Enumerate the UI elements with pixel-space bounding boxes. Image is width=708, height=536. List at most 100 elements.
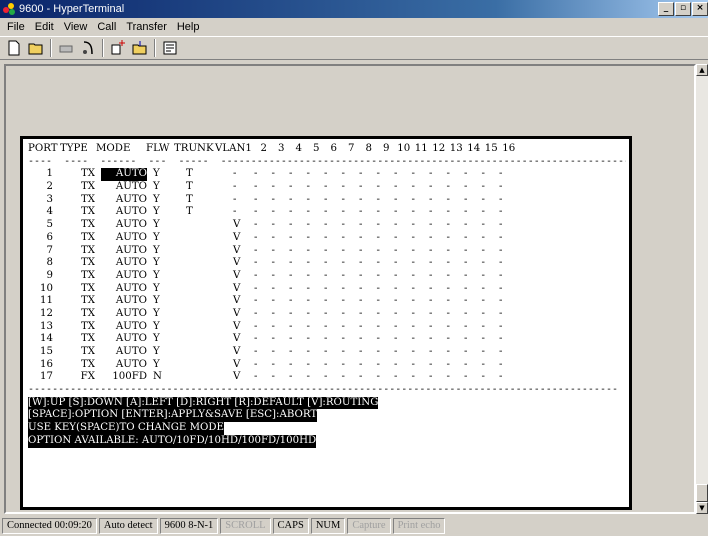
vlan-member[interactable]: - — [335, 257, 353, 270]
vlan-member[interactable]: - — [457, 321, 475, 334]
vlan-member[interactable]: - — [282, 321, 300, 334]
port-mode[interactable]: AUTO — [95, 206, 147, 219]
vlan-member[interactable]: - — [440, 283, 458, 296]
vlan-member[interactable]: - — [300, 270, 318, 283]
vlan-member[interactable]: - — [492, 308, 510, 321]
vlan-member[interactable]: - — [475, 245, 493, 258]
scroll-thumb[interactable] — [696, 484, 708, 502]
dial-button[interactable] — [77, 38, 99, 58]
vlan-member[interactable]: - — [440, 168, 458, 181]
vlan-member[interactable]: - — [492, 295, 510, 308]
vlan-member[interactable]: - — [387, 181, 405, 194]
vlan-member[interactable]: - — [282, 219, 300, 232]
vlan-member[interactable]: - — [440, 270, 458, 283]
port-mode[interactable]: AUTO — [95, 245, 147, 258]
port-flow-control[interactable]: Y — [147, 206, 177, 219]
port-flow-control[interactable]: Y — [147, 346, 177, 359]
vlan-member[interactable]: - — [352, 283, 370, 296]
vlan-member[interactable]: - — [405, 308, 423, 321]
vlan-member[interactable]: - — [247, 321, 265, 334]
table-row[interactable]: 12 TX AUTO Y V - - - - - - - - - - - - - - - — [28, 308, 626, 321]
vlan-member[interactable]: - — [492, 333, 510, 346]
table-row[interactable]: 14 TX AUTO Y V - - - - - - - - - - - - - - - — [28, 333, 626, 346]
vlan-member[interactable]: - — [492, 283, 510, 296]
scroll-down-arrow-icon[interactable]: ▼ — [696, 502, 708, 514]
port-mode[interactable]: AUTO — [95, 295, 147, 308]
port-mode[interactable]: AUTO — [95, 346, 147, 359]
port-mode[interactable]: AUTO — [95, 359, 147, 372]
vlan-member[interactable]: - — [475, 181, 493, 194]
vlan-member[interactable]: - — [300, 346, 318, 359]
vlan-member[interactable]: - — [440, 346, 458, 359]
menu-view[interactable]: View — [59, 21, 93, 33]
table-row[interactable]: 8 TX AUTO Y V - - - - - - - - - - - - - - - — [28, 257, 626, 270]
vlan-member[interactable]: - — [370, 371, 388, 384]
vlan-member[interactable]: - — [335, 194, 353, 207]
table-row[interactable]: 2 TX AUTO Y T - - - - - - - - - - - - - - - - — [28, 181, 626, 194]
vlan-member[interactable]: - — [457, 346, 475, 359]
vlan-member[interactable]: - — [370, 219, 388, 232]
vlan-member[interactable]: - — [352, 333, 370, 346]
menu-help[interactable]: Help — [172, 21, 205, 33]
port-flow-control[interactable]: Y — [147, 194, 177, 207]
menu-file[interactable]: File — [2, 21, 30, 33]
vlan-member[interactable]: - — [492, 168, 510, 181]
port-mode[interactable]: AUTO — [95, 181, 147, 194]
vlan-member[interactable]: - — [247, 194, 265, 207]
vlan-member[interactable]: - — [422, 270, 440, 283]
vlan-member[interactable]: - — [282, 181, 300, 194]
vlan-member[interactable]: - — [475, 333, 493, 346]
vertical-scrollbar[interactable]: ▲ ▼ — [696, 64, 708, 514]
port-trunk[interactable] — [177, 346, 215, 359]
vlan-member[interactable]: - — [475, 168, 493, 181]
vlan-member[interactable]: - — [265, 181, 283, 194]
table-row[interactable]: 7 TX AUTO Y V - - - - - - - - - - - - - - - — [28, 245, 626, 258]
vlan-member[interactable]: - — [247, 308, 265, 321]
vlan-member[interactable]: - — [335, 308, 353, 321]
vlan-member[interactable]: - — [492, 219, 510, 232]
vlan-member[interactable]: - — [300, 257, 318, 270]
vlan-member[interactable]: - — [265, 232, 283, 245]
vlan-member[interactable]: - — [440, 219, 458, 232]
send-button[interactable] — [107, 38, 129, 58]
vlan-member[interactable]: - — [247, 219, 265, 232]
vlan-member[interactable]: - — [300, 168, 318, 181]
vlan-member[interactable]: - — [387, 346, 405, 359]
vlan-member[interactable]: - — [387, 308, 405, 321]
menu-edit[interactable]: Edit — [30, 21, 59, 33]
vlan-member[interactable]: - — [317, 232, 335, 245]
vlan-member[interactable]: - — [422, 346, 440, 359]
vlan-member[interactable]: - — [335, 321, 353, 334]
port-trunk[interactable] — [177, 333, 215, 346]
port-flow-control[interactable]: Y — [147, 168, 177, 181]
vlan-member[interactable]: - — [265, 245, 283, 258]
vlan-member[interactable]: - — [492, 232, 510, 245]
vlan-member[interactable]: - — [370, 295, 388, 308]
vlan-member[interactable]: - — [265, 359, 283, 372]
menu-transfer[interactable]: Transfer — [121, 21, 172, 33]
vlan-member[interactable]: - — [247, 168, 265, 181]
vlan1-member[interactable]: V — [215, 257, 247, 270]
vlan-member[interactable]: - — [440, 321, 458, 334]
vlan-member[interactable]: - — [440, 295, 458, 308]
vlan-member[interactable]: - — [370, 346, 388, 359]
vlan-member[interactable]: - — [317, 194, 335, 207]
vlan-member[interactable]: - — [387, 206, 405, 219]
vlan-member[interactable]: - — [422, 321, 440, 334]
vlan-member[interactable]: - — [387, 359, 405, 372]
vlan-member[interactable]: - — [370, 283, 388, 296]
vlan-member[interactable]: - — [370, 206, 388, 219]
vlan-member[interactable]: - — [335, 232, 353, 245]
vlan-member[interactable]: - — [422, 206, 440, 219]
vlan-member[interactable]: - — [475, 257, 493, 270]
port-flow-control[interactable]: Y — [147, 219, 177, 232]
vlan-member[interactable]: - — [422, 257, 440, 270]
vlan-member[interactable]: - — [405, 257, 423, 270]
vlan-member[interactable]: - — [335, 295, 353, 308]
vlan-member[interactable]: - — [265, 257, 283, 270]
vlan1-member[interactable]: V — [215, 346, 247, 359]
vlan-member[interactable]: - — [405, 194, 423, 207]
port-trunk[interactable]: T — [177, 181, 215, 194]
vlan-member[interactable]: - — [352, 257, 370, 270]
port-flow-control[interactable]: Y — [147, 257, 177, 270]
